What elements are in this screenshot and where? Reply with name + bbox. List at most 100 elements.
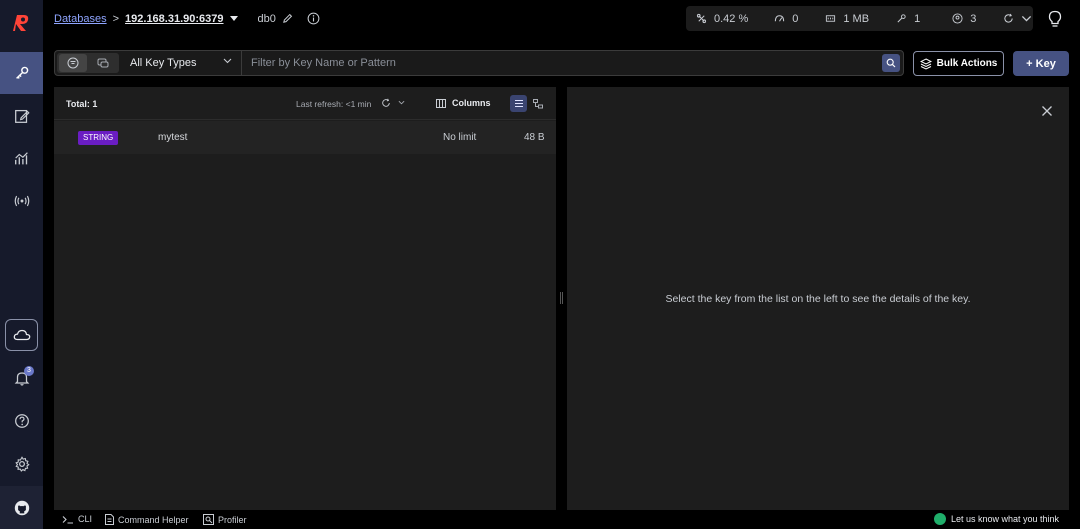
table-row[interactable]: STRING mytest No limit 48 B — [54, 121, 556, 154]
feedback-label: Let us know what you think — [951, 514, 1060, 524]
gear-icon — [14, 456, 30, 472]
tree-icon — [532, 98, 543, 108]
search-icon — [886, 58, 896, 68]
pencil-icon[interactable] — [282, 13, 293, 24]
stat-ops-value: 0 — [792, 12, 799, 25]
breadcrumb-databases-link[interactable]: Databases — [54, 13, 107, 25]
redis-logo-icon[interactable] — [9, 11, 33, 35]
gauge-icon — [775, 15, 785, 22]
document-icon — [105, 514, 114, 525]
bottom-bar: CLI Command Helper Profiler Let us know … — [54, 511, 1069, 529]
filter-icon — [67, 57, 79, 69]
search-chat-icon — [97, 58, 109, 68]
bulk-actions-button[interactable]: Bulk Actions — [913, 51, 1004, 76]
notifications-button[interactable] — [0, 357, 43, 399]
key-icon — [15, 66, 28, 79]
edit-icon — [14, 109, 30, 123]
cli-button[interactable]: CLI — [62, 514, 92, 524]
last-refresh: Last refresh: <1 min — [296, 99, 372, 109]
cloud-icon — [13, 329, 30, 341]
list-icon — [514, 99, 523, 108]
command-helper-label: Command Helper — [118, 514, 189, 525]
add-key-button[interactable]: + Key — [1013, 51, 1069, 76]
caret-down-icon[interactable] — [229, 15, 238, 22]
profiler-label: Profiler — [218, 514, 247, 525]
refresh-icon[interactable] — [381, 98, 391, 108]
database-stats: 0.42 % 0 1 MB 1 3 — [686, 6, 1033, 31]
cloud-button[interactable] — [5, 319, 38, 351]
help-button[interactable] — [0, 400, 43, 442]
user-icon — [952, 13, 963, 24]
key-ttl: No limit — [443, 132, 477, 143]
key-size: 48 B — [524, 132, 545, 143]
header: Databases > 192.168.31.90:6379 db0 0.42 … — [43, 0, 1080, 40]
nav-pubsub[interactable] — [0, 180, 43, 222]
lightbulb-icon[interactable] — [1047, 10, 1063, 28]
notification-badge: 3 — [24, 366, 34, 376]
auto-refresh-toggle[interactable] — [1003, 13, 1032, 24]
memory-icon — [826, 15, 836, 22]
key-name: mytest — [158, 132, 188, 143]
close-icon[interactable] — [1041, 105, 1053, 117]
chevron-down-icon — [1022, 15, 1032, 22]
stat-keys: 1 — [896, 13, 920, 25]
sidebar: 3 — [0, 0, 43, 529]
profiler-button[interactable]: Profiler — [203, 514, 247, 525]
command-helper-button[interactable]: Command Helper — [105, 514, 189, 525]
refresh-icon — [1004, 13, 1013, 23]
nav-browser[interactable] — [0, 52, 43, 94]
key-list-panel: Total: 1 Last refresh: <1 min Columns ST… — [54, 87, 556, 510]
key-list-header: Total: 1 Last refresh: <1 min Columns — [54, 87, 556, 120]
chevron-down-icon — [223, 58, 232, 64]
key-type-badge: STRING — [78, 131, 119, 145]
terminal-icon — [62, 515, 73, 524]
stat-memory: 1 MB — [825, 13, 869, 25]
cli-label: CLI — [78, 514, 93, 524]
database-host-selector[interactable]: 192.168.31.90:6379 — [125, 13, 223, 25]
search-button[interactable] — [882, 54, 900, 72]
profiler-icon — [203, 514, 214, 525]
help-icon — [14, 414, 29, 428]
layers-icon — [919, 57, 932, 70]
columns-label: Columns — [452, 98, 491, 108]
columns-button[interactable]: Columns — [436, 98, 491, 108]
vector-search-mode-button[interactable] — [89, 54, 117, 72]
key-small-icon — [897, 14, 906, 23]
stat-clients-value: 3 — [970, 12, 977, 25]
stat-cpu: 0.42 % — [696, 13, 748, 25]
stat-keys-value: 1 — [914, 12, 921, 25]
filter-mode-button[interactable] — [59, 54, 87, 72]
search-mode-switch — [57, 53, 119, 73]
settings-button[interactable] — [0, 443, 43, 485]
list-view-button[interactable] — [510, 95, 527, 112]
details-empty-message: Select the key from the list on the left… — [665, 293, 971, 305]
chart-icon — [14, 152, 28, 165]
github-button[interactable] — [0, 486, 43, 529]
feedback-icon — [934, 513, 946, 525]
stat-cpu-value: 0.42 % — [714, 12, 749, 25]
github-icon — [14, 500, 29, 515]
bulk-actions-label: Bulk Actions — [936, 58, 998, 69]
tree-view-button[interactable] — [529, 95, 546, 112]
total-keys: Total: 1 — [66, 99, 98, 109]
nav-workbench[interactable] — [0, 95, 43, 137]
panel-resize-handle[interactable] — [560, 292, 563, 304]
filter-bar: All Key Types — [54, 50, 904, 76]
cpu-icon — [696, 13, 707, 24]
key-type-select[interactable]: All Key Types — [124, 51, 242, 75]
breadcrumb: Databases > 192.168.31.90:6379 db0 — [54, 12, 320, 25]
database-index: db0 — [257, 12, 276, 25]
key-type-value: All Key Types — [130, 57, 197, 69]
key-details-panel: Select the key from the list on the left… — [567, 87, 1069, 510]
stat-memory-value: 1 MB — [843, 12, 870, 25]
broadcast-icon — [14, 195, 29, 207]
columns-icon — [436, 98, 446, 108]
key-filter-input[interactable] — [251, 53, 871, 73]
breadcrumb-separator: > — [112, 12, 120, 25]
chevron-down-icon[interactable] — [398, 100, 405, 105]
feedback-link[interactable]: Let us know what you think — [934, 513, 1059, 525]
info-icon[interactable] — [307, 12, 320, 25]
stat-ops: 0 — [774, 13, 798, 25]
nav-analysis[interactable] — [0, 138, 43, 180]
stat-clients: 3 — [952, 13, 976, 25]
